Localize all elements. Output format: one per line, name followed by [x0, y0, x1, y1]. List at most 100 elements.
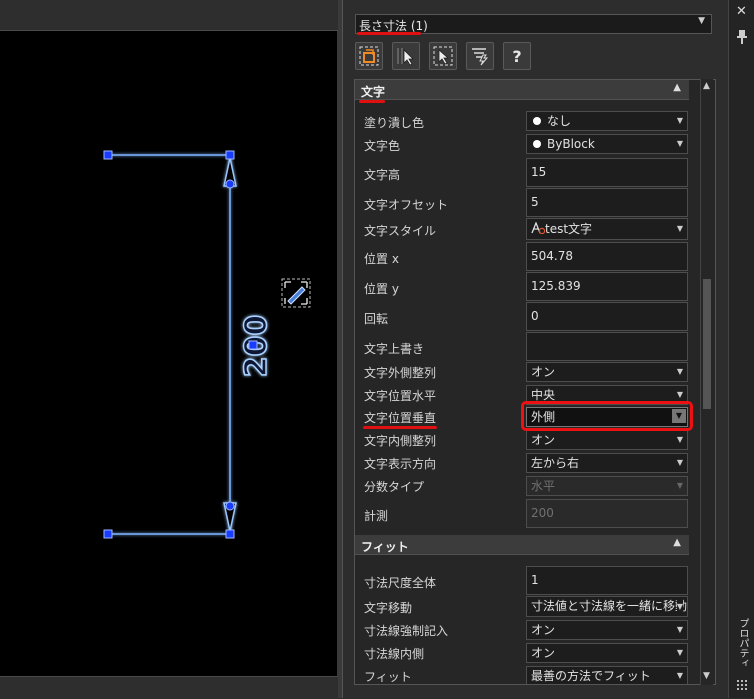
text-height-field[interactable]: 15 — [526, 158, 688, 187]
text-style-icon — [531, 221, 546, 235]
fit-value: 最善の方法でフィット — [531, 669, 651, 683]
close-icon[interactable]: ✕ — [736, 4, 747, 19]
chevron-down-icon: ▼ — [676, 597, 683, 616]
property-key: 寸法尺度全体 — [364, 576, 437, 590]
text-inside-align-select[interactable]: オン ▼ — [526, 430, 688, 450]
select-objects-icon — [397, 48, 414, 66]
chevron-down-icon: ▼ — [698, 16, 705, 26]
chevron-down-icon: ▼ — [676, 481, 683, 490]
text-style-select[interactable]: test文字 ▼ — [526, 218, 688, 240]
quick-select-icon — [359, 46, 379, 66]
fraction-type-value: 水平 — [531, 479, 556, 493]
select-objects-button[interactable] — [392, 42, 420, 70]
property-key: 文字上書き — [364, 342, 425, 356]
text-movement-select[interactable]: 寸法値と寸法線を一緒に移動 ▼ — [526, 596, 688, 617]
property-key: 文字内側整列 — [364, 434, 437, 448]
text-color-value: ByBlock — [547, 137, 595, 151]
properties-filter-button[interactable] — [466, 42, 494, 70]
overall-scale-field[interactable]: 1 — [526, 566, 688, 595]
chevron-down-icon: ▼ — [676, 139, 683, 148]
property-grid: 文字 ▲ 塗り潰し色 なし ▼ 文字色 ByBlock ▼ 文字高 15 文字オ… — [354, 79, 716, 685]
grip-text[interactable] — [248, 340, 258, 350]
chevron-down-icon: ▼ — [676, 458, 683, 467]
help-button[interactable]: ? — [503, 42, 531, 70]
property-key: 文字色 — [364, 139, 401, 153]
section-title: フィット — [361, 540, 409, 554]
object-type-select[interactable]: 長さ寸法 (1) ▼ — [355, 14, 712, 34]
property-key: 回転 — [364, 312, 389, 326]
vertical-scrollbar[interactable]: ▲ ▼ — [700, 79, 713, 685]
dim-line-forced-select[interactable]: オン ▼ — [526, 620, 688, 640]
grip-arrow-bottom[interactable] — [225, 501, 235, 511]
text-color-select[interactable]: ByBlock ▼ — [526, 134, 688, 154]
color-swatch-icon — [533, 117, 541, 125]
grip-top-left[interactable] — [103, 150, 113, 160]
quick-select-button[interactable] — [355, 42, 383, 70]
fraction-type-select: 水平 ▼ — [526, 476, 688, 496]
chevron-down-icon: ▼ — [676, 648, 683, 657]
property-key: 文字スタイル — [364, 224, 437, 238]
property-key: 位置 x — [364, 252, 399, 266]
color-swatch-icon — [533, 140, 541, 148]
position-y-value: 125.839 — [531, 279, 581, 293]
property-key: 文字オフセット — [364, 198, 449, 212]
chevron-down-icon: ▼ — [676, 625, 683, 634]
property-key: 文字位置水平 — [364, 389, 437, 403]
overall-scale-value: 1 — [531, 573, 539, 587]
collapse-up-icon: ▲ — [673, 82, 681, 93]
text-height-value: 15 — [531, 165, 547, 179]
text-direction-select[interactable]: 左から右 ▼ — [526, 453, 688, 473]
text-outside-align-select[interactable]: オン ▼ — [526, 362, 688, 382]
collapse-up-icon: ▲ — [673, 537, 681, 548]
vertical-pos-highlight — [521, 401, 693, 431]
properties-filter-icon — [472, 48, 489, 66]
text-direction-value: 左から右 — [531, 456, 580, 470]
text-inside-align-value: オン — [531, 433, 556, 447]
toggle-pickadd-icon — [433, 46, 453, 66]
dim-line-inside-select[interactable]: オン ▼ — [526, 643, 688, 663]
text-style-value: test文字 — [545, 222, 593, 236]
fit-select[interactable]: 最善の方法でフィット ▼ — [526, 666, 688, 684]
property-key: 計測 — [364, 509, 389, 523]
grip-top-right[interactable] — [225, 150, 235, 160]
text-outside-align-value: オン — [531, 365, 556, 379]
text-pos-horizontal-value: 中央 — [531, 388, 556, 402]
grip-bottom-right[interactable] — [225, 529, 235, 539]
property-key: 寸法線強制記入 — [364, 624, 449, 638]
chevron-down-icon: ▼ — [676, 367, 683, 376]
property-key: 塗り潰し色 — [364, 116, 425, 130]
section-header-fit[interactable]: フィット ▲ — [355, 535, 689, 555]
rotation-field[interactable]: 0 — [526, 302, 688, 331]
dim-line-inside-value: オン — [531, 646, 556, 660]
vertical-pos-underline — [363, 426, 437, 429]
pin-icon[interactable] — [736, 30, 748, 44]
scroll-up-icon[interactable]: ▲ — [703, 81, 710, 91]
drawing-area: 200 — [0, 0, 342, 699]
properties-tab[interactable]: プロパティ — [732, 618, 750, 674]
text-offset-field[interactable]: 5 — [526, 188, 688, 217]
scroll-thumb[interactable] — [703, 279, 711, 409]
grip-arrow-top[interactable] — [225, 179, 235, 189]
measurement-value: 200 — [531, 506, 554, 520]
toggle-pickadd-button[interactable] — [429, 42, 457, 70]
property-key: 文字位置垂直 — [364, 411, 437, 425]
dimension-drawing[interactable]: 200 — [0, 0, 342, 698]
dim-line-forced-value: オン — [531, 623, 556, 637]
position-y-field[interactable]: 125.839 — [526, 272, 688, 301]
text-offset-value: 5 — [531, 195, 539, 209]
rotation-value: 0 — [531, 309, 539, 323]
property-key: 位置 y — [364, 282, 399, 296]
grip-bottom-left[interactable] — [103, 529, 113, 539]
fill-color-select[interactable]: なし ▼ — [526, 111, 688, 131]
chevron-down-icon: ▼ — [676, 671, 683, 680]
scroll-down-icon[interactable]: ▼ — [703, 671, 710, 681]
position-x-field[interactable]: 504.78 — [526, 242, 688, 271]
property-key: 文字表示方向 — [364, 457, 437, 471]
section-underline — [359, 100, 385, 103]
fill-color-value: なし — [547, 114, 572, 128]
grip-dots-icon[interactable] — [737, 680, 747, 690]
position-x-value: 504.78 — [531, 249, 573, 263]
section-header-text[interactable]: 文字 ▲ — [355, 80, 689, 100]
text-override-field[interactable] — [526, 332, 688, 361]
properties-panel: 長さ寸法 (1) ▼ ? 文字 ▲ 塗り潰し色 なし ▼ 文字色 ByBlock… — [342, 0, 728, 698]
